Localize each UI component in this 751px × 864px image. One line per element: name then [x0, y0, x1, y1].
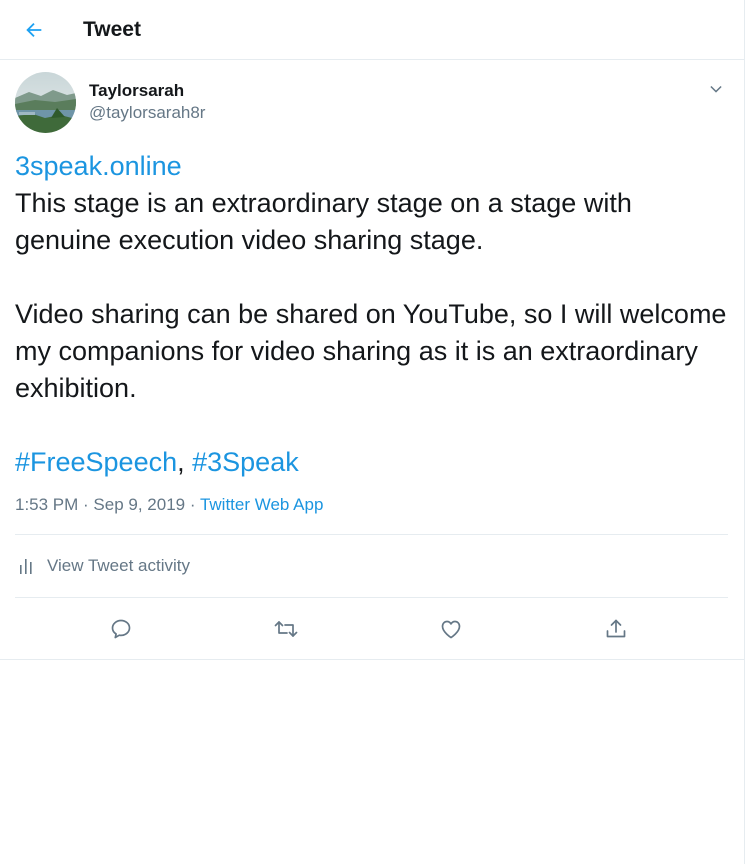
tweet-source[interactable]: Twitter Web App	[200, 495, 323, 514]
bar-chart-icon	[19, 557, 37, 575]
retweet-button[interactable]	[266, 609, 306, 649]
reply-button[interactable]	[101, 609, 141, 649]
avatar[interactable]	[15, 72, 76, 133]
reply-icon	[112, 619, 131, 638]
share-icon	[606, 619, 625, 637]
tweet-paragraph-1: This stage is an extraordinary stage on …	[15, 188, 640, 255]
tweet-text: 3speak.online This stage is an extraordi…	[15, 148, 728, 481]
hashtag-3speak[interactable]: #3Speak	[192, 447, 299, 477]
author-names: Taylorsarah @taylorsarah8r	[89, 72, 205, 124]
like-button[interactable]	[431, 609, 471, 649]
share-button[interactable]	[596, 609, 636, 649]
author-row: Taylorsarah @taylorsarah8r	[15, 72, 728, 134]
more-options-button[interactable]	[704, 78, 728, 102]
arrow-left-icon	[26, 22, 42, 37]
view-tweet-activity[interactable]: View Tweet activity	[15, 535, 728, 598]
username[interactable]: @taylorsarah8r	[89, 102, 205, 124]
meta-separator: ·	[185, 495, 200, 514]
hashtag-separator: ,	[177, 447, 193, 477]
hashtag-freespeech[interactable]: #FreeSpeech	[15, 447, 177, 477]
tweet-link[interactable]: 3speak.online	[15, 151, 182, 181]
tweet-paragraph-2: Video sharing can be shared on YouTube, …	[15, 299, 734, 403]
tweet: Taylorsarah @taylorsarah8r 3speak.online…	[0, 60, 744, 660]
tweet-time[interactable]: 1:53 PM	[15, 495, 78, 514]
page-title: Tweet	[83, 17, 141, 41]
tweet-page: Tweet Taylorsarah @taylorsarah8r 3speak.…	[0, 0, 745, 864]
tweet-date[interactable]: Sep 9, 2019	[93, 495, 185, 514]
heart-icon	[441, 620, 461, 638]
tweet-actions	[15, 598, 728, 659]
chevron-down-icon	[710, 85, 722, 93]
retweet-icon	[274, 620, 298, 637]
tweet-meta: 1:53 PM · Sep 9, 2019 · Twitter Web App	[15, 493, 728, 535]
activity-label: View Tweet activity	[47, 556, 190, 575]
meta-separator: ·	[78, 495, 94, 514]
back-button[interactable]	[14, 10, 54, 50]
page-header: Tweet	[0, 0, 744, 60]
display-name[interactable]: Taylorsarah	[89, 80, 205, 102]
